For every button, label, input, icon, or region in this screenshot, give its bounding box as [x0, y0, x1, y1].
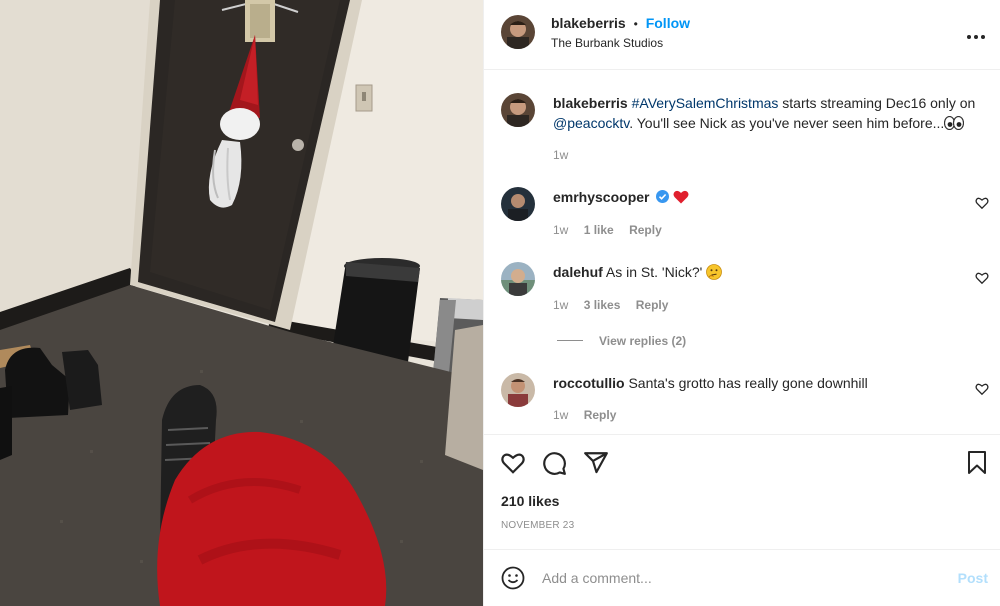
heart-icon[interactable]	[975, 271, 989, 285]
comment-avatar[interactable]	[501, 373, 535, 407]
add-comment-input[interactable]	[542, 566, 922, 590]
like-heart-icon[interactable]	[500, 450, 526, 476]
post-comment-button[interactable]: Post	[958, 570, 988, 586]
comment-row: roccotullio Santa's grotto has really go…	[553, 373, 993, 393]
follow-button[interactable]: Follow	[646, 15, 690, 31]
reply-button[interactable]: Reply	[636, 298, 669, 312]
post-date[interactable]: NOVEMBER 23	[501, 520, 574, 531]
comment-time[interactable]: 1w	[553, 408, 568, 422]
comment-composer: Post	[484, 549, 1000, 606]
hashtag-link[interactable]: #AVerySalemChristmas	[632, 95, 779, 111]
post-location[interactable]: The Burbank Studios	[551, 36, 663, 50]
comment-avatar[interactable]	[501, 262, 535, 296]
comment-row: dalehuf As in St. 'Nick?'	[553, 262, 993, 282]
comment-text: Santa's grotto has really gone downhill	[628, 375, 868, 391]
comment-time[interactable]: 1w	[553, 223, 568, 237]
likes-count[interactable]: 210 likes	[501, 493, 559, 509]
post-header: blakeberris • Follow The Burbank Studios	[484, 0, 1000, 70]
share-send-icon[interactable]	[583, 450, 609, 476]
caption-text: blakeberris #AVerySalemChristmas starts …	[553, 93, 993, 133]
eyes-emoji-icon	[944, 115, 965, 131]
comment-bubble-icon[interactable]	[541, 450, 567, 476]
reply-button[interactable]: Reply	[629, 223, 662, 237]
heart-icon[interactable]	[975, 196, 989, 210]
view-replies-button[interactable]: View replies (2)	[599, 334, 686, 348]
mention-link[interactable]: @peacocktv	[553, 115, 629, 131]
comment-likes[interactable]: 1 like	[584, 223, 614, 237]
post-photo[interactable]	[0, 0, 483, 606]
post-detail-panel: blakeberris • Follow The Burbank Studios…	[483, 0, 1000, 606]
comment-username[interactable]: dalehuf	[553, 264, 603, 280]
comment-username[interactable]: emrhyscooper	[553, 189, 649, 205]
more-horizontal-icon[interactable]	[965, 28, 987, 39]
caption-text-a: starts streaming Dec16 only on	[778, 95, 976, 111]
emoji-picker-icon[interactable]	[501, 566, 525, 590]
verified-badge-icon	[656, 188, 670, 203]
separator-dot: •	[633, 17, 638, 31]
comment-avatar[interactable]	[501, 187, 535, 221]
replies-line	[557, 340, 583, 341]
comment-time[interactable]: 1w	[553, 298, 568, 312]
caption-username[interactable]: blakeberris	[553, 95, 628, 111]
caption-avatar[interactable]	[501, 93, 535, 127]
comment-text: As in St. 'Nick?'	[605, 264, 703, 280]
reply-button[interactable]: Reply	[584, 408, 617, 422]
bookmark-icon[interactable]	[965, 450, 989, 476]
avatar[interactable]	[501, 15, 535, 49]
caption-text-b: . You'll see Nick as you've never seen h…	[629, 115, 945, 131]
caption-time[interactable]: 1w	[553, 148, 568, 162]
thinking-face-emoji-icon	[706, 264, 723, 280]
comment-username[interactable]: roccotullio	[553, 375, 625, 391]
heart-icon[interactable]	[975, 382, 989, 396]
action-bar: 210 likes NOVEMBER 23	[484, 434, 1000, 550]
comment-likes[interactable]: 3 likes	[584, 298, 621, 312]
post-author-username[interactable]: blakeberris	[551, 15, 626, 31]
comment-row: emrhyscooper	[553, 187, 993, 207]
red-heart-emoji-icon	[673, 189, 689, 204]
